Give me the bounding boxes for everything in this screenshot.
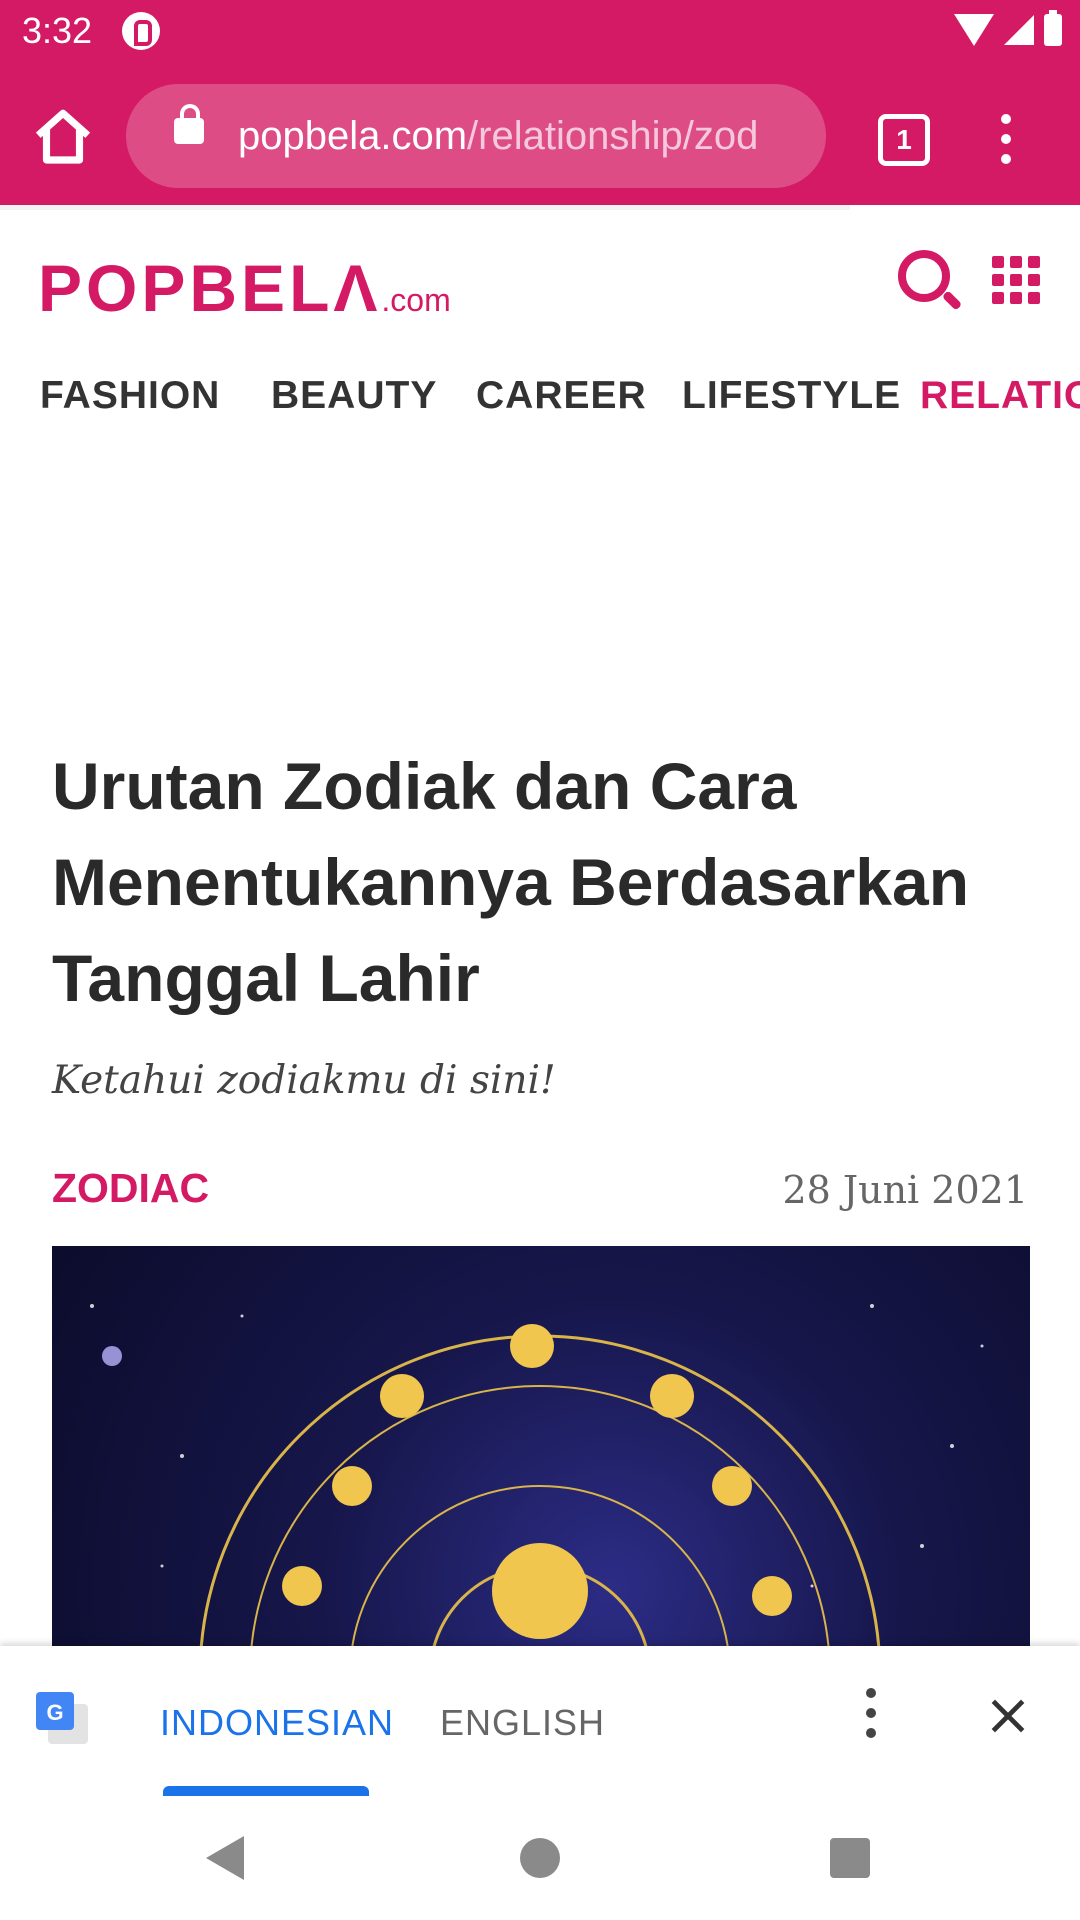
tab-switcher-button[interactable]: 1 (878, 114, 930, 166)
article-category-link[interactable]: ZODIAC (52, 1165, 209, 1212)
notification-badge-icon (122, 12, 160, 50)
home-icon[interactable] (30, 105, 96, 171)
source-language-tab[interactable]: INDONESIAN (160, 1702, 394, 1744)
google-translate-icon: G (36, 1692, 88, 1744)
category-nav: FASHION BEAUTY CAREER LIFESTYLE RELATIO (0, 360, 1080, 440)
url-text[interactable]: popbela.com/relationship/zod (238, 114, 808, 159)
search-icon[interactable] (898, 250, 950, 302)
svg-text:G: G (46, 1700, 63, 1725)
nav-item-beauty[interactable]: BEAUTY (271, 374, 437, 418)
active-tab-indicator (163, 1786, 369, 1796)
zodiac-wheel-illustration (90, 1304, 984, 1646)
battery-icon (1044, 10, 1062, 46)
article-date: 28 Juni 2021 (782, 1168, 1028, 1212)
nav-item-career[interactable]: CAREER (476, 374, 647, 418)
nav-item-fashion[interactable]: FASHION (40, 374, 220, 418)
recents-icon[interactable] (830, 1838, 870, 1878)
url-domain: popbela.com (238, 114, 468, 158)
back-icon[interactable] (206, 1836, 244, 1880)
status-icons (954, 10, 1062, 46)
article-hero-image (52, 1246, 1030, 1646)
target-language-tab[interactable]: ENGLISH (440, 1702, 605, 1744)
wifi-icon (954, 14, 994, 46)
browser-chrome: 3:32 popbela.com/relationship/zod 1 (0, 0, 1080, 205)
site-header: POPBELΛ.com (0, 210, 1080, 355)
site-logo[interactable]: POPBELΛ.com (38, 250, 451, 326)
close-icon[interactable] (986, 1694, 1030, 1738)
logo-text: POPBELΛ (38, 251, 382, 325)
article-subtitle: Ketahui zodiakmu di sini! (52, 1058, 556, 1103)
url-path: /relationship/zod (467, 114, 759, 158)
url-bar[interactable]: popbela.com/relationship/zod (126, 84, 826, 188)
translate-bar: G INDONESIAN ENGLISH (0, 1646, 1080, 1796)
logo-suffix: .com (381, 282, 451, 318)
system-navigation-bar (0, 1796, 1080, 1920)
nav-item-relationship[interactable]: RELATIO (920, 374, 1080, 418)
grid-menu-icon[interactable] (992, 256, 1040, 304)
article-title: Urutan Zodiak dan Cara Menentukannya Ber… (52, 749, 970, 1015)
lock-icon (174, 104, 204, 144)
translate-menu-button[interactable] (866, 1688, 876, 1748)
nav-item-lifestyle[interactable]: LIFESTYLE (682, 374, 901, 418)
system-home-icon[interactable] (520, 1838, 560, 1878)
status-time: 3:32 (22, 10, 93, 51)
browser-menu-button[interactable] (1001, 114, 1011, 174)
signal-icon (1004, 15, 1034, 45)
